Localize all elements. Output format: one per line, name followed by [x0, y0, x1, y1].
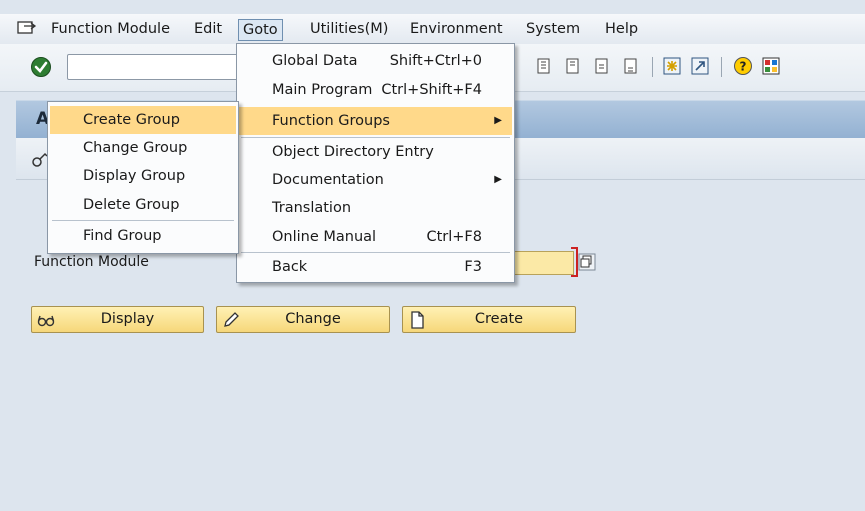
- previous-page-icon[interactable]: [563, 56, 583, 76]
- menu-item-label: Find Group: [83, 228, 162, 244]
- menu-separator: [52, 220, 234, 221]
- menu-item-display-group[interactable]: Display Group: [50, 162, 236, 190]
- menu-item-label: Translation: [272, 200, 352, 216]
- create-button-label: Create: [474, 311, 524, 327]
- menu-item-shortcut: F3: [464, 259, 482, 275]
- function-groups-submenu: Create Group Change Group Display Group …: [47, 101, 239, 254]
- menu-item-label: Function Groups: [272, 113, 390, 129]
- menu-bar: Function Module Edit Goto Utilities(M) E…: [0, 14, 865, 44]
- menu-system[interactable]: System: [522, 19, 584, 41]
- change-button[interactable]: Change: [216, 306, 390, 333]
- menu-item-label: Display Group: [83, 168, 186, 184]
- required-field-marker: [571, 247, 578, 277]
- menu-goto[interactable]: Goto: [238, 19, 283, 41]
- menu-icon[interactable]: [16, 19, 38, 37]
- menu-item-main-program[interactable]: Main Program Ctrl+Shift+F4: [239, 76, 512, 104]
- menu-item-back[interactable]: Back F3: [239, 253, 512, 281]
- menu-item-delete-group[interactable]: Delete Group: [50, 191, 236, 219]
- menu-help[interactable]: Help: [601, 19, 642, 41]
- menu-item-label: Change Group: [83, 140, 188, 156]
- first-page-icon[interactable]: [534, 56, 554, 76]
- menu-item-label: Documentation: [272, 172, 384, 188]
- display-button[interactable]: Display: [31, 306, 204, 333]
- display-button-label: Display: [100, 311, 155, 327]
- customize-layout-icon[interactable]: [761, 56, 781, 76]
- goto-dropdown-menu: Global Data Shift+Ctrl+0 Main Program Ct…: [236, 43, 515, 283]
- glasses-icon: [37, 315, 55, 327]
- menu-item-find-group[interactable]: Find Group: [50, 222, 236, 250]
- menu-item-shortcut: Ctrl+Shift+F4: [381, 82, 482, 98]
- menu-item-global-data[interactable]: Global Data Shift+Ctrl+0: [239, 47, 512, 75]
- toolbar-separator: [721, 57, 722, 77]
- menu-item-label: Back: [272, 259, 308, 275]
- menu-function-module[interactable]: Function Module: [47, 19, 174, 41]
- last-page-icon[interactable]: [621, 56, 641, 76]
- toolbar-separator: [652, 57, 653, 77]
- pencil-icon: [224, 312, 239, 327]
- menu-item-label: Delete Group: [83, 197, 180, 213]
- menu-item-label: Global Data: [272, 53, 358, 69]
- menu-item-documentation[interactable]: Documentation ▶: [239, 166, 512, 194]
- menu-environment[interactable]: Environment: [406, 19, 507, 41]
- menu-item-create-group[interactable]: Create Group: [50, 106, 236, 134]
- command-field[interactable]: [67, 54, 245, 80]
- create-button[interactable]: Create: [402, 306, 576, 333]
- create-session-icon[interactable]: [662, 56, 682, 76]
- value-help-icon[interactable]: [578, 253, 596, 271]
- menu-item-translation[interactable]: Translation: [239, 194, 512, 222]
- next-page-icon[interactable]: [592, 56, 612, 76]
- menu-item-object-directory-entry[interactable]: Object Directory Entry: [239, 138, 512, 166]
- menu-utilities[interactable]: Utilities(M): [306, 19, 392, 41]
- menu-item-label: Create Group: [83, 112, 180, 128]
- menu-item-shortcut: Ctrl+F8: [426, 229, 482, 245]
- svg-text:?: ?: [740, 60, 747, 74]
- submenu-arrow-icon: ▶: [494, 174, 502, 185]
- submenu-arrow-icon: ▶: [494, 115, 502, 126]
- function-module-label: Function Module: [34, 254, 149, 270]
- menu-item-shortcut: Shift+Ctrl+0: [389, 53, 482, 69]
- new-document-icon: [411, 311, 424, 329]
- menu-item-change-group[interactable]: Change Group: [50, 134, 236, 162]
- menu-edit[interactable]: Edit: [190, 19, 226, 41]
- menu-item-function-groups[interactable]: Function Groups ▶: [239, 107, 512, 135]
- menu-item-label: Online Manual: [272, 229, 377, 245]
- change-button-label: Change: [285, 311, 341, 327]
- menu-item-online-manual[interactable]: Online Manual Ctrl+F8: [239, 223, 512, 251]
- help-icon[interactable]: ?: [733, 56, 753, 76]
- menu-item-label: Main Program: [272, 82, 373, 98]
- shortcut-icon[interactable]: [690, 56, 710, 76]
- menu-item-label: Object Directory Entry: [272, 144, 434, 160]
- enter-check-icon[interactable]: [30, 56, 52, 78]
